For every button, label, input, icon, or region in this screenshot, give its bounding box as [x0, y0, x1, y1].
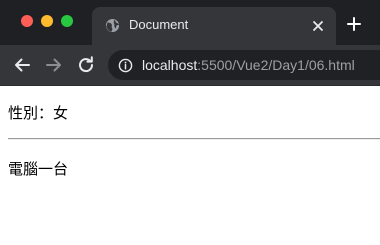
gender-separator: ： — [38, 104, 54, 122]
globe-icon — [105, 18, 120, 33]
browser-window: Document localhost:5500/Vue2/Day1/06.htm… — [0, 0, 380, 245]
tab-strip: Document — [0, 0, 380, 45]
back-arrow-icon[interactable] — [11, 54, 33, 76]
close-window-button[interactable] — [21, 15, 33, 27]
horizontal-divider — [8, 138, 380, 140]
tab-title: Document — [129, 17, 189, 32]
url-text[interactable]: localhost:5500/Vue2/Day1/06.html — [142, 56, 355, 74]
info-icon[interactable] — [118, 58, 133, 73]
browser-toolbar: localhost:5500/Vue2/Day1/06.html — [0, 45, 380, 86]
address-bar[interactable]: localhost:5500/Vue2/Day1/06.html — [108, 50, 380, 80]
gender-label: 性別 — [8, 104, 39, 122]
url-path: :5500/Vue2/Day1/06.html — [197, 57, 355, 73]
gender-line: 性別：女 — [8, 103, 68, 123]
item-text: 電腦一台 — [8, 160, 69, 178]
reload-icon[interactable] — [75, 54, 97, 76]
minimize-window-button[interactable] — [41, 15, 53, 27]
gender-value: 女 — [53, 104, 69, 122]
maximize-window-button[interactable] — [61, 15, 73, 27]
url-host: localhost — [142, 57, 198, 73]
plus-icon[interactable] — [345, 15, 363, 33]
forward-arrow-icon[interactable] — [43, 54, 65, 76]
page-content: 性別：女 電腦一台 — [0, 86, 380, 245]
tab-document[interactable]: Document — [92, 7, 336, 45]
close-tab-icon[interactable] — [310, 18, 326, 34]
